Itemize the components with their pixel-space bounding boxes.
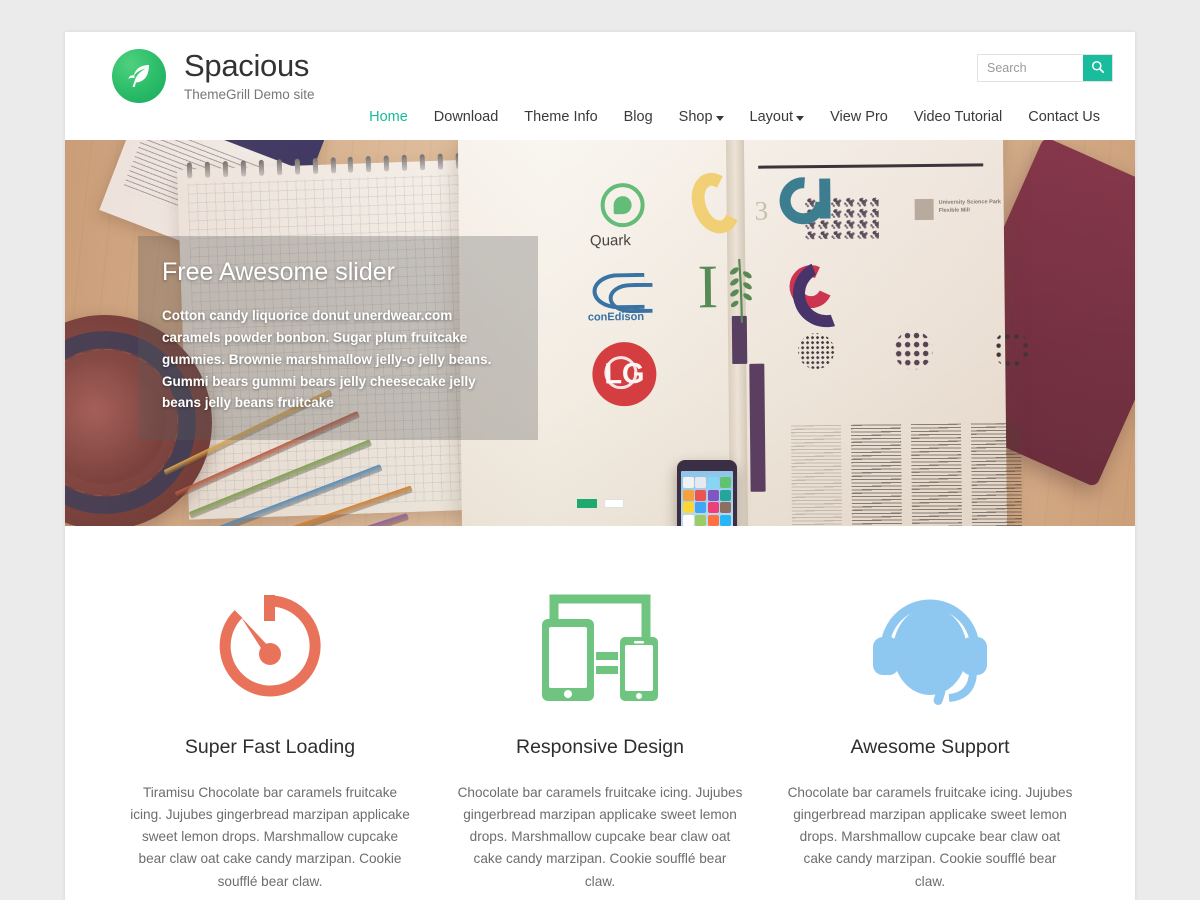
service-card-fast-loading: Super Fast Loading Tiramisu Chocolate ba… — [105, 586, 435, 900]
slider-pagination — [65, 499, 1135, 508]
search-icon — [1091, 60, 1105, 77]
search-button[interactable] — [1083, 55, 1112, 81]
nav-label: Video Tutorial — [913, 109, 1003, 125]
slider-dot-1[interactable] — [576, 499, 597, 508]
nav-label: Home — [369, 109, 408, 125]
slide-description: Cotton candy liquorice donut unerdwear.c… — [162, 308, 492, 411]
service-title: Responsive Design — [515, 736, 684, 758]
nav-label: View Pro — [830, 109, 888, 125]
leaf-logo-icon — [112, 49, 166, 103]
slider-dot-2[interactable] — [603, 499, 624, 508]
nav-item-download[interactable]: Download — [421, 104, 512, 130]
service-card-responsive-design: Responsive Design Chocolate bar caramels… — [435, 586, 765, 900]
responsive-devices-icon — [457, 586, 743, 706]
nav-item-contact-us[interactable]: Contact Us — [1015, 104, 1113, 130]
slide-title: Free Awesome slider — [162, 258, 395, 286]
primary-navigation: Home Download Theme Info Blog Shop Layou… — [356, 104, 1113, 130]
chevron-down-icon — [715, 115, 724, 121]
service-title: Super Fast Loading — [184, 736, 356, 758]
search-form — [977, 54, 1113, 82]
nav-item-shop[interactable]: Shop — [666, 104, 737, 130]
nav-label: Download — [433, 109, 499, 125]
site-header: Spacious ThemeGrill Demo site Home Downl… — [65, 32, 1135, 140]
nav-item-view-pro[interactable]: View Pro — [817, 104, 901, 130]
nav-label: Contact Us — [1028, 109, 1100, 125]
nav-label: Layout — [749, 109, 794, 125]
hero-slider: 3 University Science Park Flexible Mill — [65, 140, 1135, 526]
nav-item-blog[interactable]: Blog — [611, 104, 666, 130]
site-container: Spacious ThemeGrill Demo site Home Downl… — [65, 32, 1135, 900]
smartphone-object — [677, 460, 737, 526]
nav-item-home[interactable]: Home — [356, 104, 421, 130]
service-description: Chocolate bar caramels fruitcake icing. … — [457, 785, 743, 889]
service-title: Awesome Support — [850, 736, 1010, 758]
nav-item-video-tutorial[interactable]: Video Tutorial — [901, 104, 1015, 130]
services-section: Super Fast Loading Tiramisu Chocolate ba… — [65, 526, 1135, 900]
service-description: Chocolate bar caramels fruitcake icing. … — [787, 785, 1073, 889]
site-title: Spacious — [184, 48, 310, 84]
site-branding[interactable]: Spacious ThemeGrill Demo site — [112, 49, 315, 103]
chevron-down-icon — [796, 115, 805, 121]
stopwatch-icon — [127, 586, 413, 706]
search-input[interactable] — [978, 55, 1083, 81]
site-description: ThemeGrill Demo site — [184, 87, 315, 103]
nav-item-theme-info[interactable]: Theme Info — [511, 104, 610, 130]
service-card-awesome-support: Awesome Support Chocolate bar caramels f… — [765, 586, 1095, 900]
nav-item-layout[interactable]: Layout — [737, 104, 818, 130]
nav-label: Theme Info — [524, 109, 598, 125]
service-description: Tiramisu Chocolate bar caramels fruitcak… — [130, 785, 410, 889]
slide-caption: Free Awesome slider Cotton candy liquori… — [138, 236, 538, 441]
nav-label: Blog — [623, 109, 653, 125]
nav-label: Shop — [678, 109, 713, 125]
headset-support-icon — [787, 586, 1073, 706]
